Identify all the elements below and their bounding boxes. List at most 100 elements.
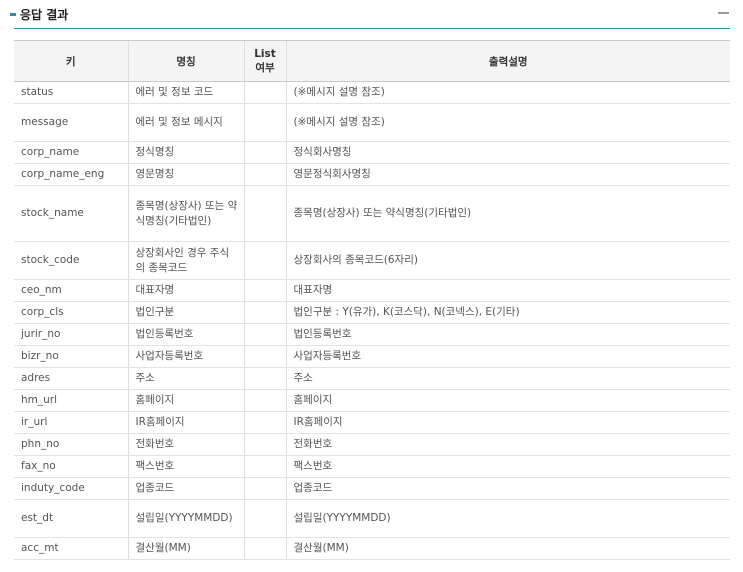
cell-description: 종목명(상장사) 또는 약식명칭(기타법인) <box>285 185 730 242</box>
cell-list <box>243 279 286 302</box>
cell-list <box>243 241 286 280</box>
cell-description: 전화번호 <box>285 433 730 456</box>
table-row: bizr_no 사업자등록번호 사업자등록번호 <box>14 345 730 368</box>
cell-key: jurir_no <box>14 323 128 346</box>
cell-key: hm_url <box>14 389 128 412</box>
table-row: ceo_nm 대표자명 대표자명 <box>14 279 730 302</box>
cell-name: 전화번호 <box>127 433 244 456</box>
cell-name: 정식명칭 <box>127 141 244 164</box>
table-row: hm_url 홈페이지 홈페이지 <box>14 389 730 412</box>
cell-list <box>243 185 286 242</box>
cell-name: 업종코드 <box>127 477 244 500</box>
cell-list <box>243 367 286 390</box>
table-body: status 에러 및 정보 코드 (※메시지 설명 참조) message 에러 및 … <box>14 81 730 560</box>
table-row: corp_cls 법인구분 법인구분 : Y(유가), K(코스닥), N(코넥스)… <box>14 301 730 324</box>
cell-key: induty_code <box>14 477 128 500</box>
header-description: 출력설명 <box>285 40 730 82</box>
cell-name: 홈페이지 <box>127 389 244 412</box>
table-row: fax_no 팩스번호 팩스번호 <box>14 455 730 478</box>
header-name: 명칭 <box>127 40 244 82</box>
bullet-icon <box>10 13 16 16</box>
cell-description: 사업자등록번호 <box>285 345 730 368</box>
section-header: 응답 결과 <box>10 2 730 28</box>
cell-list <box>243 323 286 346</box>
cell-name: 팩스번호 <box>127 455 244 478</box>
cell-list <box>243 499 286 538</box>
cell-key: status <box>14 81 128 104</box>
cell-key: fax_no <box>14 455 128 478</box>
table-row: acc_mt 결산월(MM) 결산월(MM) <box>14 537 730 560</box>
cell-list <box>243 103 286 142</box>
table-row: ir_url IR홈페이지 IR홈페이지 <box>14 411 730 434</box>
table-row: corp_name_eng 영문명칭 영문정식회사명칭 <box>14 163 730 186</box>
header-divider <box>14 28 730 29</box>
cell-description: 대표자명 <box>285 279 730 302</box>
cell-description: (※메시지 설명 참조) <box>285 81 730 104</box>
cell-key: adres <box>14 367 128 390</box>
section-title: 응답 결과 <box>20 8 69 22</box>
cell-description: 정식회사명칭 <box>285 141 730 164</box>
cell-key: bizr_no <box>14 345 128 368</box>
cell-name: 주소 <box>127 367 244 390</box>
cell-name: 영문명칭 <box>127 163 244 186</box>
cell-list <box>243 389 286 412</box>
cell-list <box>243 433 286 456</box>
table-row: corp_name 정식명칭 정식회사명칭 <box>14 141 730 164</box>
cell-key: stock_name <box>14 185 128 242</box>
cell-key: corp_cls <box>14 301 128 324</box>
cell-list <box>243 301 286 324</box>
cell-name: 사업자등록번호 <box>127 345 244 368</box>
cell-name: 법인등록번호 <box>127 323 244 346</box>
cell-list <box>243 163 286 186</box>
table-row: stock_code 상장회사인 경우 주식의 종목코드 상장회사의 종목코드(6자… <box>14 241 730 280</box>
cell-description: 법인등록번호 <box>285 323 730 346</box>
cell-name: 종목명(상장사) 또는 약식명칭(기타법인) <box>127 185 244 242</box>
cell-description: 설립일(YYYYMMDD) <box>285 499 730 538</box>
table-row: status 에러 및 정보 코드 (※메시지 설명 참조) <box>14 81 730 104</box>
cell-list <box>243 477 286 500</box>
response-table: 키 명칭 List 여부 출력설명 status 에러 및 정보 코드 (※메시지 … <box>14 40 730 560</box>
table-row: adres 주소 주소 <box>14 367 730 390</box>
table-row: jurir_no 법인등록번호 법인등록번호 <box>14 323 730 346</box>
cell-list <box>243 537 286 560</box>
cell-name: 법인구분 <box>127 301 244 324</box>
table-row: stock_name 종목명(상장사) 또는 약식명칭(기타법인) 종목명(상장사)… <box>14 185 730 242</box>
cell-key: acc_mt <box>14 537 128 560</box>
table-row: induty_code 업종코드 업종코드 <box>14 477 730 500</box>
cell-key: ir_url <box>14 411 128 434</box>
cell-description: IR홈페이지 <box>285 411 730 434</box>
cell-key: ceo_nm <box>14 279 128 302</box>
cell-list <box>243 81 286 104</box>
table-header-row: 키 명칭 List 여부 출력설명 <box>14 40 730 82</box>
cell-description: (※메시지 설명 참조) <box>285 103 730 142</box>
cell-list <box>243 455 286 478</box>
collapse-icon[interactable] <box>718 7 730 19</box>
cell-name: 결산월(MM) <box>127 537 244 560</box>
cell-description: 업종코드 <box>285 477 730 500</box>
cell-description: 영문정식회사명칭 <box>285 163 730 186</box>
cell-description: 팩스번호 <box>285 455 730 478</box>
cell-name: 에러 및 정보 코드 <box>127 81 244 104</box>
cell-name: IR홈페이지 <box>127 411 244 434</box>
cell-key: est_dt <box>14 499 128 538</box>
table-row: message 에러 및 정보 메시지 (※메시지 설명 참조) <box>14 103 730 142</box>
cell-description: 홈페이지 <box>285 389 730 412</box>
cell-key: stock_code <box>14 241 128 280</box>
cell-key: corp_name <box>14 141 128 164</box>
cell-key: phn_no <box>14 433 128 456</box>
table-row: est_dt 설립일(YYYYMMDD) 설립일(YYYYMMDD) <box>14 499 730 538</box>
table-row: phn_no 전화번호 전화번호 <box>14 433 730 456</box>
cell-name: 상장회사인 경우 주식의 종목코드 <box>127 241 244 280</box>
cell-description: 결산월(MM) <box>285 537 730 560</box>
cell-list <box>243 411 286 434</box>
cell-list <box>243 141 286 164</box>
cell-name: 설립일(YYYYMMDD) <box>127 499 244 538</box>
cell-description: 법인구분 : Y(유가), K(코스닥), N(코넥스), E(기타) <box>285 301 730 324</box>
cell-list <box>243 345 286 368</box>
cell-name: 에러 및 정보 메시지 <box>127 103 244 142</box>
cell-key: message <box>14 103 128 142</box>
cell-key: corp_name_eng <box>14 163 128 186</box>
cell-description: 상장회사의 종목코드(6자리) <box>285 241 730 280</box>
cell-name: 대표자명 <box>127 279 244 302</box>
header-key: 키 <box>14 40 128 82</box>
